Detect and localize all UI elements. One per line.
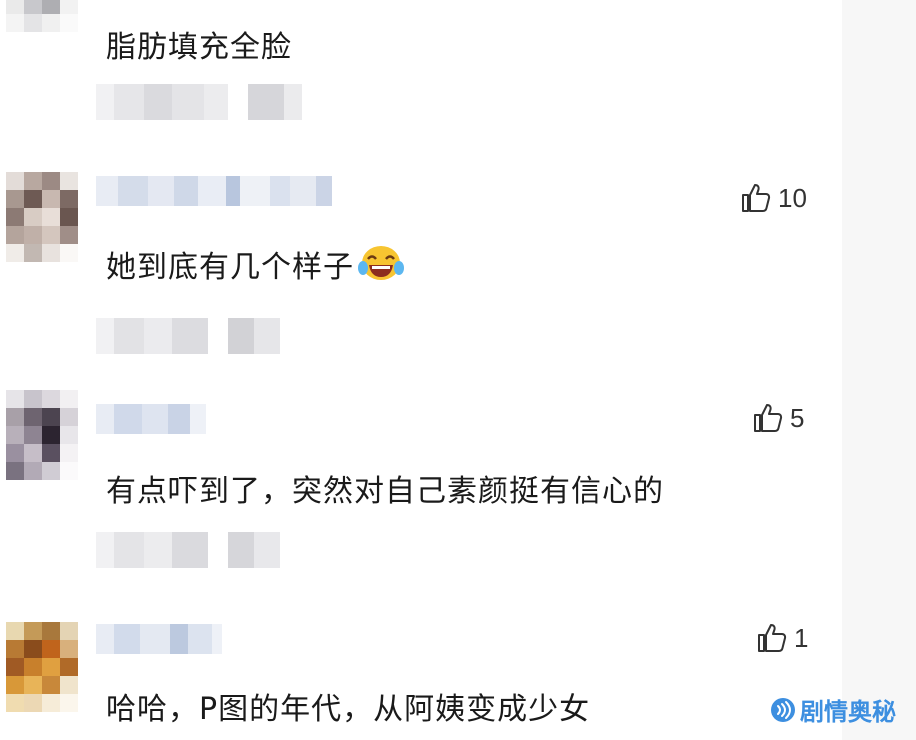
laughing-crying-emoji-icon bbox=[358, 246, 404, 280]
right-margin-strip bbox=[842, 0, 916, 740]
comment-4: 1 哈哈，P图的年代，从阿姨变成少女 bbox=[0, 600, 842, 740]
avatar[interactable] bbox=[6, 390, 78, 480]
like-count: 1 bbox=[794, 622, 809, 653]
like-count: 5 bbox=[790, 402, 805, 433]
username-blurred[interactable] bbox=[96, 176, 332, 206]
comment-meta-blurred bbox=[96, 532, 280, 568]
avatar[interactable] bbox=[6, 0, 78, 50]
like-button[interactable]: 1 bbox=[756, 622, 808, 654]
like-button[interactable]: 10 bbox=[740, 182, 807, 214]
comment-text: 她到底有几个样子 bbox=[106, 242, 404, 286]
username-blurred[interactable] bbox=[96, 404, 206, 434]
comment-text: 哈哈，P图的年代，从阿姨变成少女 bbox=[106, 692, 591, 727]
like-count: 10 bbox=[778, 182, 807, 213]
comment-3: 5 有点吓到了，突然对自己素颜挺有信心的 bbox=[0, 380, 842, 600]
avatar[interactable] bbox=[6, 172, 78, 262]
comment-text: 有点吓到了，突然对自己素颜挺有信心的 bbox=[106, 474, 664, 509]
thumbs-up-icon bbox=[758, 624, 787, 652]
comment-text: 脂肪填充全脸 bbox=[106, 30, 292, 65]
comment-meta-blurred bbox=[96, 84, 302, 120]
thumbs-up-icon bbox=[742, 184, 771, 212]
username-blurred[interactable] bbox=[96, 624, 222, 654]
comment-2: 10 她到底有几个样子 bbox=[0, 150, 842, 380]
watermark-text: 剧情奥秘 bbox=[800, 698, 896, 726]
avatar[interactable] bbox=[6, 622, 78, 712]
watermark: 剧情奥秘 bbox=[770, 692, 896, 727]
like-button[interactable]: 5 bbox=[752, 402, 804, 434]
thumbs-up-icon bbox=[754, 404, 783, 432]
sound-wave-logo-icon bbox=[771, 697, 795, 722]
comment-1: 脂肪填充全脸 bbox=[0, 0, 842, 150]
comment-meta-blurred bbox=[96, 318, 280, 354]
comment-text-content: 她到底有几个样子 bbox=[106, 250, 354, 285]
